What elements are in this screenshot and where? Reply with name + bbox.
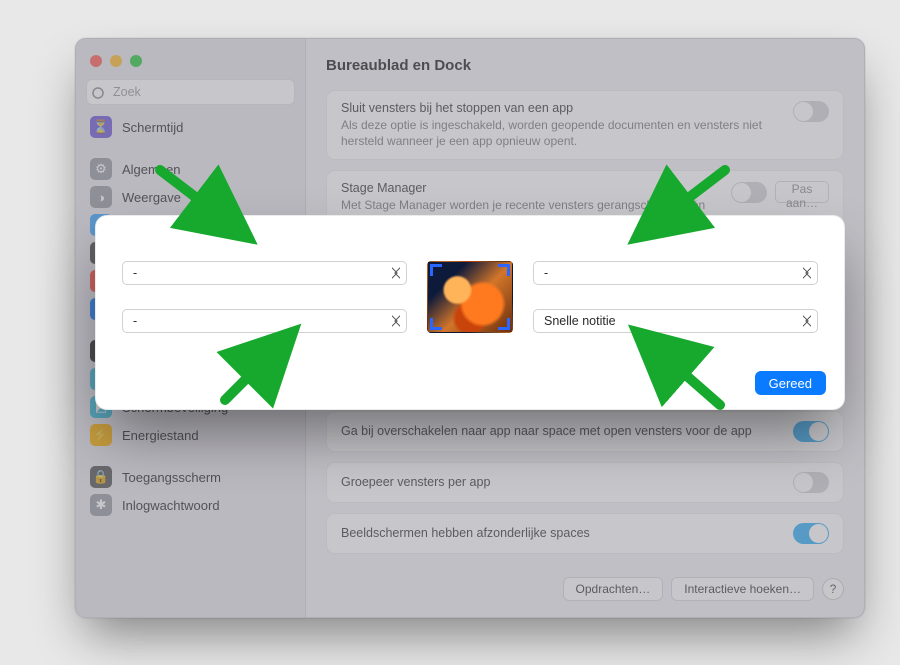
sidebar-item-2[interactable]: ◑ Weergave [76, 183, 305, 211]
zoom-icon[interactable] [130, 55, 142, 67]
help-button[interactable]: ? [822, 578, 844, 600]
close-windows-title: Sluit vensters bij het stoppen van een a… [341, 101, 783, 115]
separate-spaces-toggle[interactable] [793, 523, 829, 544]
corner-indicator-bl-icon [430, 318, 442, 330]
search-input[interactable] [86, 79, 295, 105]
corner-indicator-tl-icon [430, 264, 442, 276]
stage-manager-title: Stage Manager [341, 181, 721, 195]
footer-row: Opdrachten… Interactieve hoeken… ? [326, 577, 844, 601]
sidebar-item-icon: ⏳ [90, 116, 112, 138]
sidebar-item-10[interactable]: ⚡ Energiestand [76, 421, 305, 449]
close-windows-toggle[interactable] [793, 101, 829, 122]
space-switch-toggle[interactable] [793, 421, 829, 442]
stage-manager-toggle[interactable] [731, 182, 767, 203]
desktop-preview-thumbnail [427, 261, 513, 333]
space-switch-row: Ga bij overschakelen naar app naar space… [326, 411, 844, 452]
corner-indicator-br-icon [498, 318, 510, 330]
corner-top-right-select[interactable]: - [533, 261, 818, 285]
hot-corners-sheet: - - - Snelle notitie Gereed [95, 215, 845, 410]
close-windows-card: Sluit vensters bij het stoppen van een a… [326, 90, 844, 160]
sidebar-item-12[interactable]: ✱ Inlogwachtwoord [76, 491, 305, 519]
corner-indicator-tr-icon [498, 264, 510, 276]
corner-top-left-select[interactable]: - [122, 261, 407, 285]
separate-spaces-row: Beeldschermen hebben afzonderlijke space… [326, 513, 844, 554]
commands-button[interactable]: Opdrachten… [563, 577, 664, 601]
sidebar-item-icon: ⚡ [90, 424, 112, 446]
sidebar-item-label: Inlogwachtwoord [122, 498, 220, 513]
space-switch-label: Ga bij overschakelen naar app naar space… [341, 424, 752, 438]
close-icon[interactable] [90, 55, 102, 67]
sidebar-item-label: Schermtijd [122, 120, 183, 135]
sidebar-item-label: Algemeen [122, 162, 181, 177]
hot-corners-button[interactable]: Interactieve hoeken… [671, 577, 814, 601]
sidebar-item-icon: ⚙︎ [90, 158, 112, 180]
group-windows-label: Groepeer vensters per app [341, 475, 490, 489]
minimize-icon[interactable] [110, 55, 122, 67]
sidebar-item-label: Energiestand [122, 428, 199, 443]
stage-manager-customize-button[interactable]: Pas aan… [775, 181, 829, 203]
sidebar-item-icon: 🔒 [90, 466, 112, 488]
corner-bottom-left-select[interactable]: - [122, 309, 407, 333]
done-button[interactable]: Gereed [755, 371, 826, 395]
sidebar-item-icon: ◑ [90, 186, 112, 208]
sidebar-item-icon: ✱ [90, 494, 112, 516]
page-title: Bureaublad en Dock [326, 57, 844, 74]
close-windows-sub: Als deze optie is ingeschakeld, worden g… [341, 117, 783, 149]
sidebar-item-11[interactable]: 🔒 Toegangsscherm [76, 463, 305, 491]
sidebar-item-0[interactable]: ⏳ Schermtijd [76, 113, 305, 141]
group-windows-row: Groepeer vensters per app [326, 462, 844, 503]
corner-bottom-right-select[interactable]: Snelle notitie [533, 309, 818, 333]
sidebar-item-label: Weergave [122, 190, 181, 205]
window-controls [76, 49, 305, 77]
sidebar-item-1[interactable]: ⚙︎ Algemeen [76, 155, 305, 183]
group-windows-toggle[interactable] [793, 472, 829, 493]
sidebar-item-label: Toegangsscherm [122, 470, 221, 485]
separate-spaces-label: Beeldschermen hebben afzonderlijke space… [341, 526, 590, 540]
